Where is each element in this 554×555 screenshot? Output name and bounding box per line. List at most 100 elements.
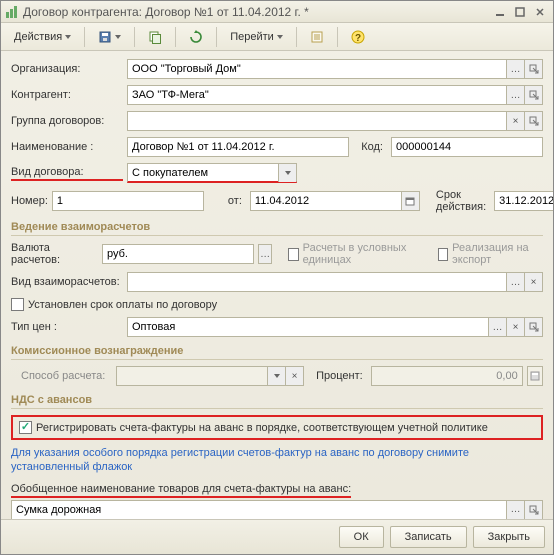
mutual-kind-input[interactable] <box>128 273 506 291</box>
maximize-button[interactable] <box>511 4 529 20</box>
form-body: Организация: … Контрагент: … Группа дого… <box>1 51 553 519</box>
highlighted-option: Регистрировать счета-фактуры на аванс в … <box>11 415 543 440</box>
checkbox-label: Реализация на экспорт <box>452 242 543 266</box>
percent-input <box>372 367 522 385</box>
calendar-button[interactable] <box>401 192 419 210</box>
goto-menu[interactable]: Перейти <box>223 26 290 48</box>
number-field[interactable] <box>52 191 204 211</box>
currency-input[interactable] <box>103 245 253 263</box>
dropdown-button <box>267 367 285 385</box>
validity-field[interactable] <box>494 191 553 211</box>
open-button[interactable] <box>524 318 542 336</box>
select-button[interactable]: … <box>488 318 506 336</box>
kind-label: Вид договора: <box>11 166 123 181</box>
general-name-label: Обобщенное наименование товаров для счет… <box>11 483 351 498</box>
checkbox-box <box>288 248 298 261</box>
kind-field[interactable] <box>127 163 297 183</box>
section-vat: НДС с авансов <box>11 394 543 409</box>
clear-button: × <box>285 367 303 385</box>
general-name-input[interactable] <box>12 501 506 519</box>
calc-method-field: × <box>116 366 304 386</box>
open-button[interactable] <box>524 112 542 130</box>
price-type-field[interactable]: … × <box>127 317 543 337</box>
counterparty-label: Контрагент: <box>11 89 123 101</box>
export-realization-checkbox[interactable]: Реализация на экспорт <box>438 242 543 266</box>
percent-calculator-button <box>527 366 543 386</box>
code-label: Код: <box>361 141 383 153</box>
conditional-units-checkbox[interactable]: Расчеты в условных единицах <box>288 242 422 266</box>
validity-label: Срок действия: <box>436 189 486 213</box>
calc-method-label: Способ расчета: <box>11 370 112 382</box>
group-input[interactable] <box>128 112 506 130</box>
svg-text:?: ? <box>355 33 361 44</box>
validity-input[interactable] <box>495 192 553 210</box>
select-button[interactable]: … <box>506 86 524 104</box>
price-type-input[interactable] <box>128 318 488 336</box>
clear-button[interactable]: × <box>506 112 524 130</box>
checkbox-label: Установлен срок оплаты по договору <box>28 299 217 311</box>
ok-button[interactable]: ОК <box>339 526 384 548</box>
group-label: Группа договоров: <box>11 115 123 127</box>
name-field[interactable] <box>127 137 349 157</box>
open-button[interactable] <box>524 501 542 519</box>
clear-button[interactable]: × <box>506 318 524 336</box>
number-input[interactable] <box>53 192 203 210</box>
actions-label: Действия <box>14 31 62 43</box>
help-icon: ? <box>351 30 365 44</box>
close-button[interactable] <box>531 4 549 20</box>
org-input[interactable] <box>128 60 506 78</box>
counterparty-field[interactable]: … <box>127 85 543 105</box>
clear-button[interactable]: × <box>524 273 542 291</box>
select-button[interactable]: … <box>506 501 524 519</box>
open-button[interactable] <box>524 60 542 78</box>
help-button[interactable]: ? <box>344 26 372 48</box>
code-input[interactable] <box>392 138 542 156</box>
payment-term-checkbox[interactable]: Установлен срок оплаты по договору <box>11 298 217 311</box>
close-form-button[interactable]: Закрыть <box>473 526 545 548</box>
open-button[interactable] <box>524 86 542 104</box>
group-field[interactable]: × <box>127 111 543 131</box>
kind-input[interactable] <box>128 164 278 182</box>
minimize-button[interactable] <box>491 4 509 20</box>
from-label: от: <box>228 195 242 207</box>
titlebar: Договор контрагента: Договор №1 от 11.04… <box>1 1 553 23</box>
select-button[interactable]: … <box>506 60 524 78</box>
calc-method-input <box>117 367 267 385</box>
hint-text: Для указания особого порядка регистрации… <box>11 446 543 475</box>
name-label: Наименование : <box>11 141 123 153</box>
list-button[interactable] <box>303 26 331 48</box>
chevron-down-icon <box>277 35 283 39</box>
copy-button[interactable] <box>141 26 169 48</box>
percent-field <box>371 366 523 386</box>
name-input[interactable] <box>128 138 348 156</box>
toolbar: Действия Перейти ? <box>1 23 553 51</box>
currency-label: Валюта расчетов: <box>11 242 98 266</box>
currency-select-button[interactable]: … <box>258 244 272 264</box>
currency-field[interactable] <box>102 244 254 264</box>
percent-label: Процент: <box>316 370 363 382</box>
date-from-input[interactable] <box>251 192 401 210</box>
section-commission: Комиссионное вознаграждение <box>11 345 543 360</box>
register-invoices-checkbox[interactable]: Регистрировать счета-фактуры на аванс в … <box>19 421 488 434</box>
select-button[interactable]: … <box>506 273 524 291</box>
org-label: Организация: <box>11 63 123 75</box>
refresh-button[interactable] <box>182 26 210 48</box>
general-name-field[interactable]: … <box>11 500 543 519</box>
counterparty-input[interactable] <box>128 86 506 104</box>
org-field[interactable]: … <box>127 59 543 79</box>
chevron-down-icon <box>285 171 291 175</box>
window-root: Договор контрагента: Договор №1 от 11.04… <box>0 0 554 555</box>
code-field[interactable] <box>391 137 543 157</box>
mutual-kind-field[interactable]: … × <box>127 272 543 292</box>
copy-icon <box>148 30 162 44</box>
number-label: Номер: <box>11 195 48 207</box>
dropdown-button[interactable] <box>278 164 296 182</box>
actions-menu[interactable]: Действия <box>7 26 78 48</box>
save-dropdown-button[interactable] <box>91 26 128 48</box>
save-button[interactable]: Записать <box>390 526 467 548</box>
date-from-field[interactable] <box>250 191 420 211</box>
checkbox-box <box>438 248 448 261</box>
checkbox-box <box>11 298 24 311</box>
footer: ОК Записать Закрыть <box>1 519 553 554</box>
checkbox-box <box>19 421 32 434</box>
